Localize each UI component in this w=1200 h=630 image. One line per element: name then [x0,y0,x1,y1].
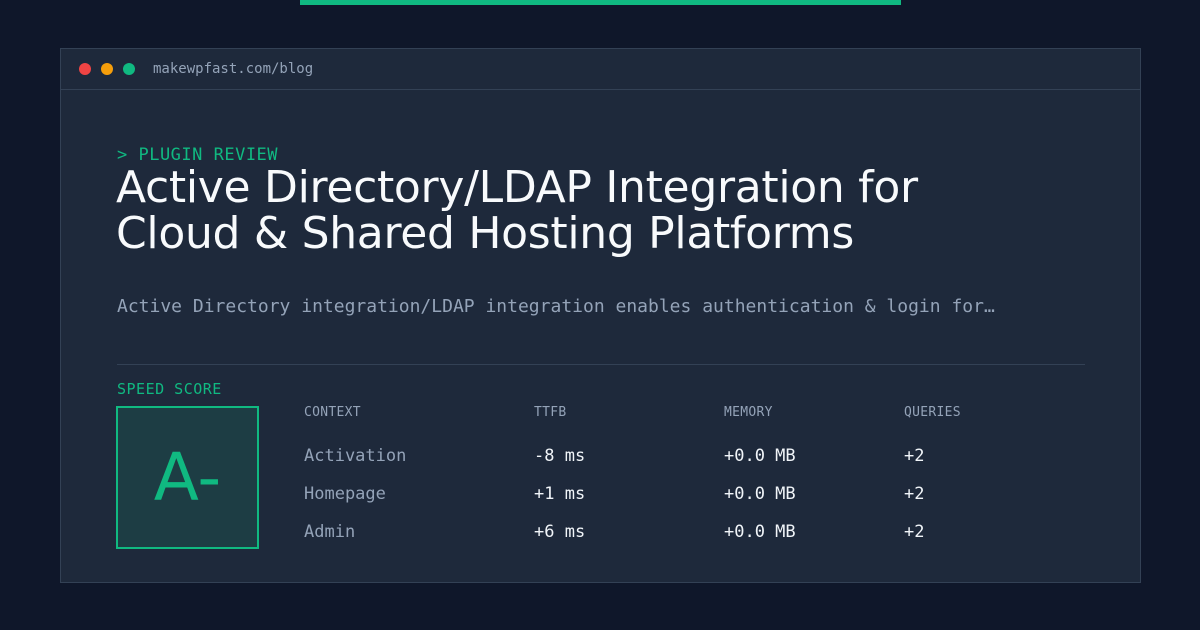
row-ttfb: +6 ms [534,522,586,542]
row-memory: +0.0 MB [724,446,796,466]
post-title-line-1: Active Directory/LDAP Integration for [116,162,918,213]
row-context: Activation [304,446,407,466]
post-description: Active Directory integration/LDAP integr… [117,296,995,317]
close-dot-icon [79,63,91,75]
top-accent-bar [300,0,901,5]
header-queries: QUERIES [904,405,961,420]
row-queries: +2 [904,446,925,466]
browser-window: makewpfast.com/blog > PLUGIN REVIEW Acti… [60,48,1141,583]
header-context: CONTEXT [304,405,361,420]
header-ttfb: TTFB [534,405,567,420]
header-memory: MEMORY [724,405,773,420]
row-memory: +0.0 MB [724,522,796,542]
row-queries: +2 [904,522,925,542]
row-queries: +2 [904,484,925,504]
speed-score-label: SPEED SCORE [117,380,222,398]
post-title: Active Directory/LDAP Integration for Cl… [116,165,1116,257]
row-context: Admin [304,522,356,542]
post-title-line-2: Cloud & Shared Hosting Platforms [116,208,854,259]
grade-badge: A- [116,406,259,549]
window-titlebar: makewpfast.com/blog [61,49,1140,90]
row-ttfb: -8 ms [534,446,586,466]
row-context: Homepage [304,484,386,504]
url-text: makewpfast.com/blog [153,61,314,77]
maximize-dot-icon [123,63,135,75]
minimize-dot-icon [101,63,113,75]
row-ttfb: +1 ms [534,484,586,504]
grade-value: A- [153,439,222,516]
row-memory: +0.0 MB [724,484,796,504]
section-divider [117,364,1085,365]
